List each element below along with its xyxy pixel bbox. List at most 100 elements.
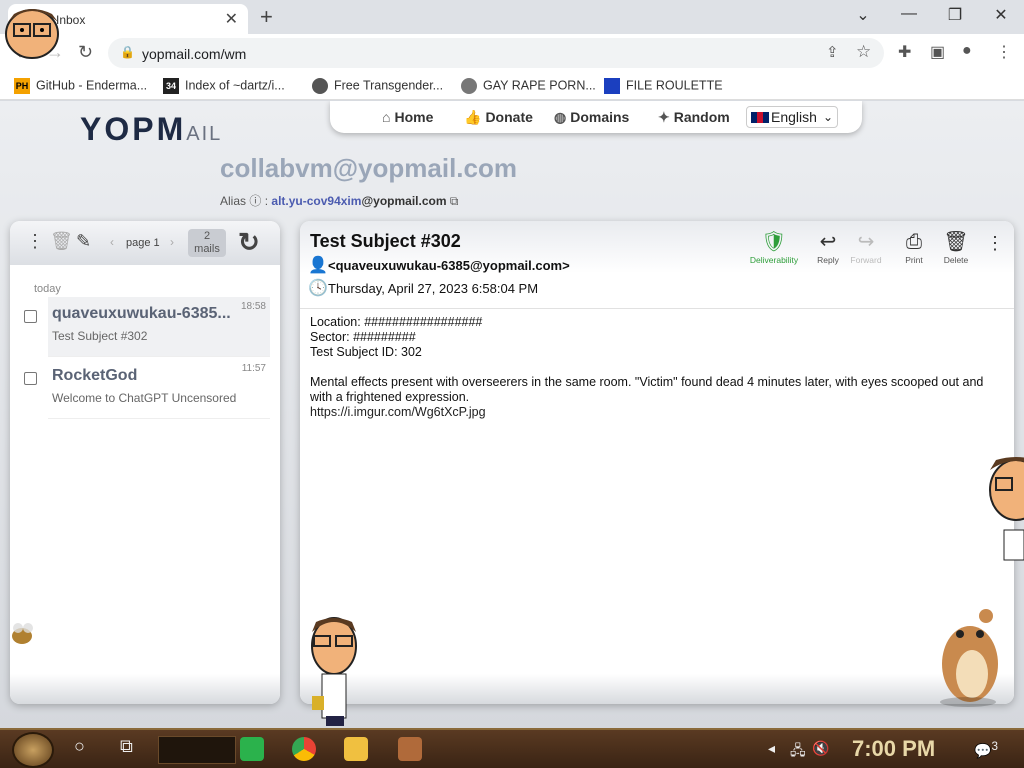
bookmark-star-icon[interactable]: ☆: [856, 42, 871, 62]
new-tab-button[interactable]: +: [260, 4, 273, 30]
mail-item[interactable]: RocketGod 11:57 Welcome to ChatGPT Uncen…: [48, 359, 270, 419]
reload-icon[interactable]: ↻: [78, 42, 93, 63]
message-body: Location: ################# Sector: ####…: [310, 315, 1000, 420]
deliverability-button[interactable]: 🛡 Deliverability: [744, 231, 804, 265]
body-line: Sector: #########: [310, 330, 416, 344]
delete-button[interactable]: 🗑 Delete: [928, 231, 984, 265]
page-label: page 1: [126, 237, 160, 249]
notification-icon[interactable]: 💬3: [974, 740, 998, 760]
trash-icon: 🗑: [943, 231, 969, 253]
mail-checkbox[interactable]: [24, 372, 37, 385]
profile-icon[interactable]: ●: [962, 42, 972, 60]
browser-menu-icon[interactable]: ⋮: [996, 42, 1012, 62]
task-view-icon[interactable]: ⧉: [120, 736, 133, 757]
nav-home[interactable]: ⌂ Home: [382, 109, 433, 125]
file-explorer-icon[interactable]: [344, 737, 368, 761]
mail-item[interactable]: quaveuxuwukau-6385... 18:58 Test Subject…: [48, 297, 270, 357]
magic-wand-icon: ✦: [658, 109, 670, 125]
message-header: Test Subject #302 👤<quaveuxuwukau-6385@y…: [300, 221, 1014, 309]
message-panel-footer: [300, 674, 1014, 704]
side-panel-icon[interactable]: ▣: [930, 42, 945, 62]
minimize-button[interactable]: —: [894, 5, 924, 23]
chevron-down-icon: ⌄: [822, 110, 833, 124]
mail-time: 18:58: [240, 301, 266, 312]
message-panel: Test Subject #302 👤<quaveuxuwukau-6385@y…: [300, 221, 1014, 704]
prev-page-icon[interactable]: ‹: [110, 235, 114, 249]
email-address: collabvm@yopmail.com: [220, 153, 517, 183]
nav-domains[interactable]: ◍ Domains: [554, 109, 629, 126]
url-text[interactable]: yopmail.com/wm: [142, 46, 246, 62]
inbox-panel: ⋮ 🗑 ✎ ‹ page 1 › 2 mails ↻ today quaveuxu…: [10, 221, 280, 704]
bookmarks-bar: PH GitHub - Enderma... 34 Index of ~dartz/…: [0, 72, 1024, 100]
trash-icon[interactable]: 🗑: [50, 231, 73, 252]
nav-random[interactable]: ✦ Random: [658, 109, 730, 126]
start-button[interactable]: [12, 732, 54, 768]
language-select[interactable]: English ⌄: [746, 106, 838, 128]
bookmark-file-roulette[interactable]: FILE ROULETTE: [604, 78, 723, 94]
info-icon: ⓘ: [249, 194, 262, 208]
day-label: today: [34, 283, 61, 295]
close-window-button[interactable]: ✕: [986, 5, 1016, 25]
mail-checkbox[interactable]: [24, 310, 37, 323]
notes-app-icon[interactable]: [240, 737, 264, 761]
tab-bar: Inbox ✕ + ⌄ — ❐ ✕: [0, 0, 1024, 34]
globe-icon: [461, 78, 477, 94]
body-line: Mental effects present with overseerers …: [310, 375, 984, 404]
mask-icon: [312, 78, 328, 94]
clock-icon: 🕓: [308, 280, 328, 297]
message-subject: Test Subject #302: [310, 231, 461, 251]
bookmark-index-dartz[interactable]: 34 Index of ~dartz/i...: [163, 78, 285, 94]
body-line: Test Subject ID: 302: [310, 345, 422, 359]
mf-icon: [604, 78, 620, 94]
site-nav: ⌂ Home 👍 Donate ◍ Domains ✦ Random English ⌄: [330, 101, 862, 133]
next-page-icon[interactable]: ›: [170, 235, 174, 249]
pet-app-icon[interactable]: [398, 737, 422, 761]
yopmail-page: YOPMAIL ⌂ Home 👍 Donate ◍ Domains ✦ Random E…: [0, 101, 1024, 728]
share-icon[interactable]: ⇪: [826, 43, 839, 61]
extensions-icon[interactable]: ✚: [898, 42, 911, 62]
omnibox[interactable]: 🔒 yopmail.com/wm ⇪ ☆: [108, 38, 884, 68]
compose-pencil-icon[interactable]: ✎: [76, 231, 91, 252]
hamster-sticker: [930, 604, 1006, 708]
more-options-icon[interactable]: ⋮: [986, 233, 1004, 254]
mail-subject: Welcome to ChatGPT Uncensored: [52, 391, 237, 405]
copy-icon[interactable]: ⧉: [450, 194, 459, 208]
body-line: Location: #################: [310, 315, 483, 329]
cortana-icon[interactable]: ○: [74, 736, 85, 757]
bookmark-gay-porn[interactable]: GAY RAPE PORN...: [461, 78, 596, 94]
inbox-panel-footer: [10, 674, 280, 704]
thumbs-up-icon: 👍: [464, 109, 482, 125]
taskbar-clock[interactable]: 7:00 PM: [852, 736, 935, 762]
close-tab-icon[interactable]: ✕: [225, 9, 238, 29]
lock-icon[interactable]: 🔒: [120, 45, 135, 59]
message-from: 👤<quaveuxuwukau-6385@yopmail.com>: [308, 257, 570, 274]
alias-id[interactable]: alt.yu-cov94xim: [271, 194, 361, 208]
ph-icon: PH: [14, 78, 30, 94]
network-icon[interactable]: 🖧: [790, 740, 806, 764]
tab-search-icon[interactable]: ⌄: [848, 5, 878, 25]
globe-icon: ◍: [554, 109, 567, 125]
home-icon: ⌂: [382, 109, 391, 125]
taskbar-search[interactable]: [158, 736, 236, 764]
uk-flag-icon: [751, 112, 769, 123]
mail-sender: RocketGod: [52, 367, 138, 384]
tray-chevron-icon[interactable]: ◂: [768, 740, 775, 757]
inbox-toolbar: ⋮ 🗑 ✎ ‹ page 1 › 2 mails ↻: [10, 221, 280, 265]
inbox-menu-icon[interactable]: ⋮: [26, 231, 44, 252]
mail-count-badge: 2 mails: [188, 229, 226, 257]
mail-time: 11:57: [241, 363, 266, 374]
bee-sticker: [8, 620, 36, 650]
shield-check-icon: 🛡: [761, 231, 787, 253]
message-link[interactable]: https://i.imgur.com/Wg6tXcP.jpg: [310, 405, 1000, 420]
body-line: [310, 360, 1000, 375]
refresh-icon[interactable]: ↻: [238, 227, 260, 258]
chrome-icon[interactable]: [292, 737, 316, 761]
bookmark-github[interactable]: PH GitHub - Enderma...: [14, 78, 147, 94]
message-date: 🕓Thursday, April 27, 2023 6:58:04 PM: [308, 280, 539, 297]
site-34-icon: 34: [163, 78, 179, 94]
volume-muted-icon[interactable]: 🔇: [812, 740, 829, 757]
bookmark-free-trans[interactable]: Free Transgender...: [312, 78, 443, 94]
restore-button[interactable]: ❐: [940, 5, 970, 25]
yopmail-logo[interactable]: YOPMAIL: [80, 111, 222, 148]
nav-donate[interactable]: 👍 Donate: [464, 109, 533, 126]
